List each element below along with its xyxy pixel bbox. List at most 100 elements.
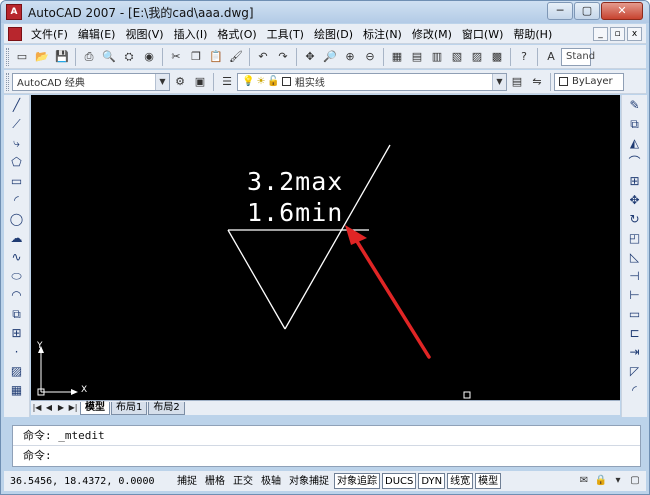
open-folder-icon[interactable]: 📂 [34,49,50,65]
ellipse-arc-icon[interactable]: ◠ [6,287,28,304]
publish-icon[interactable]: ⛭ [121,49,137,65]
menu-edit[interactable]: 编辑(E) [73,26,121,42]
gradient-icon[interactable]: ▦ [6,382,28,399]
command-window[interactable]: 命令: _mtedit 命令: [12,425,641,467]
menu-view[interactable]: 视图(V) [120,26,168,42]
mirror-icon[interactable]: ◭ [624,135,646,152]
last-tab-button[interactable]: ▶| [67,402,79,414]
stretch-icon[interactable]: ◺ [624,249,646,266]
menu-format[interactable]: 格式(O) [212,26,261,42]
ducs-toggle[interactable]: DUCS [382,473,417,489]
menu-tools[interactable]: 工具(T) [262,26,309,42]
menu-dimension[interactable]: 标注(N) [358,26,407,42]
tab-layout1[interactable]: 布局1 [111,401,148,415]
workspace-settings-icon[interactable]: ⚙ [172,74,188,90]
polygon-icon[interactable]: ⬠ [6,154,28,171]
osnap-toggle[interactable]: 对象捕捉 [286,473,332,489]
chamfer-icon[interactable]: ◸ [624,363,646,380]
doc-restore-button[interactable]: ▫ [610,26,625,41]
autocad-app-icon[interactable]: A [6,4,22,20]
design-center-icon[interactable]: ▤ [409,49,425,65]
workspace-save-icon[interactable]: ▣ [192,74,208,90]
make-current-layer-icon[interactable]: ▤ [509,74,525,90]
print-icon[interactable]: ⎙ [81,49,97,65]
chevron-down-icon[interactable]: ▾ [611,474,625,488]
polar-toggle[interactable]: 极轴 [258,473,284,489]
layer-manager-icon[interactable]: ☰ [219,74,235,90]
workspace-dropdown[interactable]: AutoCAD 经典 ▼ [12,72,170,91]
paste-icon[interactable]: 📋 [208,49,224,65]
point-icon[interactable]: · [6,344,28,361]
coordinate-readout[interactable]: 36.5456, 18.4372, 0.0000 [4,476,174,487]
help-icon[interactable]: ? [516,49,532,65]
first-tab-button[interactable]: |◀ [31,402,43,414]
zoom-realtime-icon[interactable]: 🔎 [322,49,338,65]
calculator-icon[interactable]: ▩ [489,49,505,65]
polyline-icon[interactable]: ⤷ [6,135,28,152]
communication-center-icon[interactable]: ✉ [577,474,591,488]
array-icon[interactable]: ⊞ [624,173,646,190]
properties-icon[interactable]: ▦ [389,49,405,65]
make-block-icon[interactable]: ⊞ [6,325,28,342]
match-properties-icon[interactable]: 🖌 [228,49,244,65]
line-icon[interactable]: ╱ [6,97,28,114]
lock-icon[interactable]: 🔒 [594,474,608,488]
redo-icon[interactable]: ↷ [275,49,291,65]
hatch-icon[interactable]: ▨ [6,363,28,380]
move-icon[interactable]: ✥ [624,192,646,209]
trim-icon[interactable]: ⊣ [624,268,646,285]
cut-icon[interactable]: ✂ [168,49,184,65]
toolbar-grip[interactable] [6,47,9,66]
zoom-previous-icon[interactable]: ⊖ [362,49,378,65]
print-preview-icon[interactable]: 🔍 [101,49,117,65]
dyn-toggle[interactable]: DYN [418,473,446,489]
extend-icon[interactable]: ⊢ [624,287,646,304]
tool-palettes-icon[interactable]: ▥ [429,49,445,65]
pan-icon[interactable]: ✥ [302,49,318,65]
construction-line-icon[interactable]: ⟋ [6,116,28,133]
menu-window[interactable]: 窗口(W) [457,26,508,42]
menu-modify[interactable]: 修改(M) [407,26,457,42]
ellipse-icon[interactable]: ⬭ [6,268,28,285]
document-icon[interactable] [8,26,22,41]
menu-help[interactable]: 帮助(H) [508,26,557,42]
copy-object-icon[interactable]: ⧉ [624,116,646,133]
spline-icon[interactable]: ∿ [6,249,28,266]
restore-button[interactable]: ▢ [574,2,600,20]
next-tab-button[interactable]: ▶ [55,402,67,414]
layer-dropdown[interactable]: 💡 ☀ 🔓 粗实线 ▼ [237,72,507,91]
grid-toggle[interactable]: 栅格 [202,473,228,489]
tab-model[interactable]: 模型 [80,401,110,415]
rotate-icon[interactable]: ↻ [624,211,646,228]
plot-icon[interactable]: ◉ [141,49,157,65]
erase-icon[interactable]: ✎ [624,97,646,114]
snap-toggle[interactable]: 捕捉 [174,473,200,489]
sheet-set-icon[interactable]: ▧ [449,49,465,65]
lineweight-toggle[interactable]: 线宽 [447,473,474,489]
drawing-canvas[interactable]: 3.2max 1.6min Y X [31,95,620,400]
text-style-icon[interactable]: A [543,49,559,65]
minimize-button[interactable]: ─ [547,2,573,20]
menu-file[interactable]: 文件(F) [26,26,73,42]
doc-minimize-button[interactable]: _ [593,26,608,41]
command-prompt[interactable]: 命令: [13,446,640,466]
menu-draw[interactable]: 绘图(D) [309,26,358,42]
close-button[interactable]: ✕ [601,2,643,20]
break-icon[interactable]: ⊏ [624,325,646,342]
toolbar-grip[interactable] [6,72,9,91]
model-toggle[interactable]: 模型 [475,473,502,489]
zoom-window-icon[interactable]: ⊕ [342,49,358,65]
otrack-toggle[interactable]: 对象追踪 [334,473,380,489]
rectangle-icon[interactable]: ▭ [6,173,28,190]
undo-icon[interactable]: ↶ [255,49,271,65]
doc-close-button[interactable]: x [627,26,642,41]
copy-icon[interactable]: ❐ [188,49,204,65]
menu-insert[interactable]: 插入(I) [169,26,213,42]
insert-block-icon[interactable]: ⧉ [6,306,28,323]
circle-icon[interactable]: ◯ [6,211,28,228]
tab-layout2[interactable]: 布局2 [148,401,185,415]
scale-icon[interactable]: ◰ [624,230,646,247]
layer-previous-icon[interactable]: ⇋ [529,74,545,90]
save-icon[interactable]: 💾 [54,49,70,65]
arc-icon[interactable]: ◜ [6,192,28,209]
